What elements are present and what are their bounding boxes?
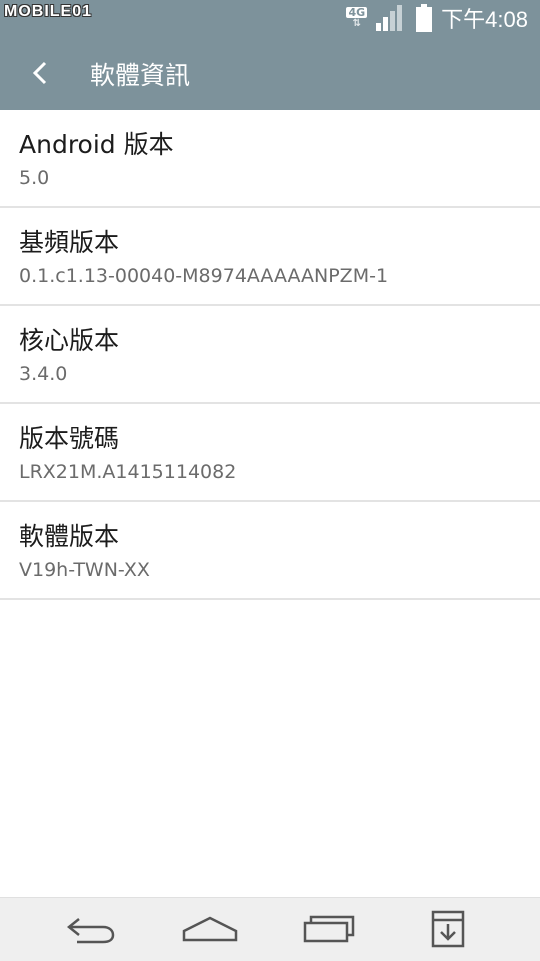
item-value: LRX21M.A1415114082 [19,461,237,483]
item-title: 軟體版本 [19,522,120,551]
info-list: Android 版本 5.0 基頻版本 0.1.c1.13-00040-M897… [0,110,540,600]
item-value: V19h-TWN-XX [19,559,150,581]
list-item-kernel-version[interactable]: 核心版本 3.4.0 [0,306,540,404]
4g-icon: 4G ⇅ [346,6,368,29]
list-item-software-version[interactable]: 軟體版本 V19h-TWN-XX [0,502,540,600]
nav-notification-button[interactable] [416,906,480,952]
home-icon [182,916,238,942]
nav-home-button[interactable] [178,906,242,952]
notification-shade-icon [431,910,465,948]
item-value: 3.4.0 [19,363,68,385]
item-title: 核心版本 [19,326,120,355]
data-arrows: ⇅ [352,18,362,29]
recent-apps-icon [303,915,355,943]
list-item-android-version[interactable]: Android 版本 5.0 [0,110,540,208]
status-icons: 4G ⇅ 下午4:08 [346,0,528,36]
item-value: 0.1.c1.13-00040-M8974AAAAANPZM-1 [19,265,389,287]
chevron-left-icon[interactable] [26,58,56,88]
item-value: 5.0 [19,167,50,189]
nav-back-button[interactable] [59,906,123,952]
battery-icon [416,4,433,32]
navigation-bar [0,897,540,961]
clock: 下午4:08 [441,7,528,32]
item-title: 版本號碼 [19,424,120,453]
network-type: 4G [346,6,368,19]
nav-recent-apps-button[interactable] [297,906,361,952]
item-title: 基頻版本 [19,228,120,257]
list-item-build-number[interactable]: 版本號碼 LRX21M.A1415114082 [0,404,540,502]
action-bar: 軟體資訊 [0,36,540,110]
item-title: Android 版本 [19,130,174,159]
status-bar: MOBILE01 4G ⇅ 下午4:08 [0,0,540,36]
watermark-logo: MOBILE01 [4,3,93,20]
list-item-baseband-version[interactable]: 基頻版本 0.1.c1.13-00040-M8974AAAAANPZM-1 [0,208,540,306]
signal-icon [376,5,403,31]
page-title: 軟體資訊 [90,61,191,90]
back-arrow-icon [66,918,115,944]
